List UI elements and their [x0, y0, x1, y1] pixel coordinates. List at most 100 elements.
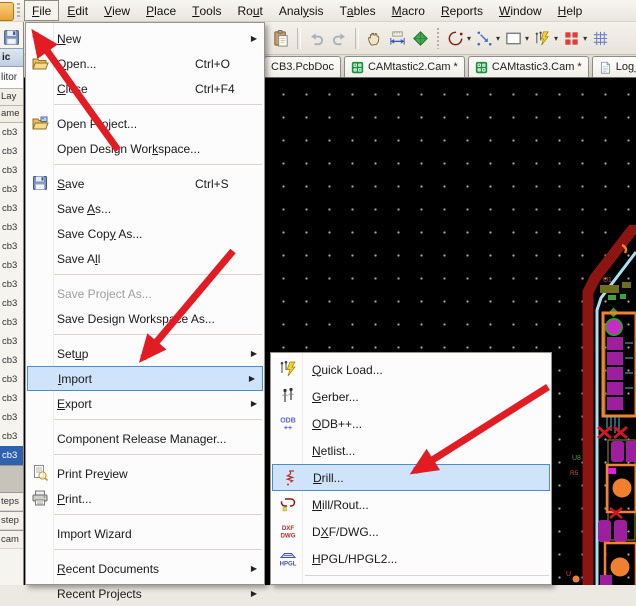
layer-row[interactable]: cb3: [0, 294, 24, 313]
toolbar-icon-row: ▾ ▾ ▾ ▾ ▾: [270, 26, 612, 50]
toolbar-grip[interactable]: [437, 28, 439, 49]
menu-analysis[interactable]: Analysis: [271, 0, 332, 21]
layer-row[interactable]: cb3: [0, 370, 24, 389]
menu-item-odb[interactable]: ODB++ODB++...: [271, 410, 551, 437]
layer-row[interactable]: cb3: [0, 256, 24, 275]
menu-separator: [54, 334, 262, 341]
pads-tool-icon-dropdown[interactable]: ▾: [583, 34, 587, 43]
menu-item-label: Open Design Workspace...: [57, 142, 200, 156]
menu-item-component-release-manager[interactable]: Component Release Manager...: [26, 426, 264, 451]
save-icon[interactable]: [2, 28, 21, 47]
drill-icon: [279, 469, 301, 487]
menu-help[interactable]: Help: [550, 0, 591, 21]
menu-item-drill[interactable]: Drill...: [272, 464, 550, 491]
tab-log-201[interactable]: Log_201: [592, 56, 636, 77]
layer-row[interactable]: cb3: [0, 408, 24, 427]
menu-view[interactable]: View: [96, 0, 138, 21]
svg-text:DXF: DXF: [282, 525, 295, 532]
menu-item-label: Component Release Manager...: [57, 432, 226, 446]
menu-item-new[interactable]: New▶: [26, 26, 264, 51]
camtastic-icon: [351, 61, 364, 74]
redo-icon[interactable]: [328, 27, 351, 50]
menu-item-label: Save Copy As...: [57, 227, 142, 241]
submenu-arrow-icon: ▶: [251, 349, 257, 358]
paste-icon[interactable]: [270, 27, 293, 50]
toolbar-grip[interactable]: [17, 3, 20, 19]
gerber-icon: [277, 387, 299, 405]
tab-camtastic2-cam[interactable]: CAMtastic2.Cam *: [344, 56, 465, 77]
menu-item-netlist[interactable]: Netlist...: [271, 437, 551, 464]
board-icon[interactable]: [409, 27, 432, 50]
layer-row[interactable]: cb3: [0, 199, 24, 218]
arc-tool-icon-dropdown[interactable]: ▾: [467, 34, 471, 43]
layer-row[interactable]: cb3: [0, 218, 24, 237]
menu-tables[interactable]: Tables: [332, 0, 384, 21]
menu-item-quick-load[interactable]: Quick Load...: [271, 356, 551, 383]
menu-tools[interactable]: Tools: [184, 0, 229, 21]
menu-item-hpgl-hpgl2[interactable]: HPGLHPGL/HPGL2...: [271, 545, 551, 572]
menu-item-dxf-dwg[interactable]: DXFDWGDXF/DWG...: [271, 518, 551, 545]
query-tool-icon[interactable]: [531, 27, 554, 50]
menu-item-save-copy-as[interactable]: Save Copy As...: [26, 221, 264, 246]
menu-item-open-project[interactable]: Open Project...: [26, 111, 264, 136]
menu-item-save-design-workspace-as[interactable]: Save Design Workspace As...: [26, 306, 264, 331]
undo-icon[interactable]: [305, 27, 328, 50]
rectangle-tool-icon-dropdown[interactable]: ▾: [525, 34, 529, 43]
tab-cb3-pcbdoc[interactable]: CB3.PcbDoc: [264, 56, 341, 77]
menu-item-save-project-as[interactable]: Save Project As...: [26, 281, 264, 306]
layer-row[interactable]: cb3: [0, 446, 24, 465]
layer-row[interactable]: cb3: [0, 351, 24, 370]
rectangle-tool-icon[interactable]: [502, 27, 525, 50]
menu-item-save[interactable]: SaveCtrl+S: [26, 171, 264, 196]
layer-row[interactable]: cb3: [0, 161, 24, 180]
menu-item-import-wizard[interactable]: Import Wizard: [26, 521, 264, 546]
layer-row[interactable]: cb3: [0, 427, 24, 446]
layer-row[interactable]: cb3: [0, 275, 24, 294]
layer-row[interactable]: cb3: [0, 237, 24, 256]
align-tool-icon-dropdown[interactable]: ▾: [496, 34, 500, 43]
menu-item-save-as[interactable]: Save As...: [26, 196, 264, 221]
layer-row[interactable]: cb3: [0, 332, 24, 351]
menu-item-close[interactable]: CloseCtrl+F4: [26, 76, 264, 101]
menu-file[interactable]: File: [24, 0, 59, 21]
arc-tool-icon[interactable]: [444, 27, 467, 50]
menu-item-save-all[interactable]: Save All: [26, 246, 264, 271]
panel-tab-teps[interactable]: teps: [0, 492, 24, 511]
layer-row[interactable]: cb3: [0, 123, 24, 142]
menu-item-export[interactable]: Export▶: [26, 391, 264, 416]
layer-row[interactable]: cb3: [0, 142, 24, 161]
menu-item-open[interactable]: Open...Ctrl+O: [26, 51, 264, 76]
menu-item-setup[interactable]: Setup▶: [26, 341, 264, 366]
menu-place[interactable]: Place: [138, 0, 184, 21]
layer-row[interactable]: cb3: [0, 180, 24, 199]
pads-tool-icon[interactable]: [560, 27, 583, 50]
menu-window[interactable]: Window: [491, 0, 550, 21]
layer-list: cb3cb3cb3cb3cb3cb3cb3cb3cb3cb3cb3cb3cb3c…: [0, 123, 24, 465]
layer-row[interactable]: cb3: [0, 389, 24, 408]
panel-tab-cam[interactable]: cam: [0, 530, 24, 549]
menu-item-recent-documents[interactable]: Recent Documents▶: [26, 556, 264, 581]
tab-camtastic3-cam[interactable]: CAMtastic3.Cam *: [468, 56, 589, 77]
menu-reports[interactable]: Reports: [433, 0, 491, 21]
tab-label: CB3.PcbDoc: [271, 61, 334, 73]
menu-item-print[interactable]: Print...: [26, 486, 264, 511]
menu-item-mill-rout[interactable]: Mill/Rout...: [271, 491, 551, 518]
panel-editor-select[interactable]: litor: [0, 67, 24, 89]
panel-column-layers: Lay: [0, 89, 24, 106]
measure-icon[interactable]: [386, 27, 409, 50]
menu-macro[interactable]: Macro: [384, 0, 433, 21]
menu-item-import[interactable]: Import▶: [27, 366, 263, 391]
panel-tab-step[interactable]: step: [0, 511, 24, 530]
menu-item-print-preview[interactable]: Print Preview: [26, 461, 264, 486]
menu-item-open-design-workspace[interactable]: Open Design Workspace...: [26, 136, 264, 161]
menu-edit[interactable]: Edit: [59, 0, 96, 21]
panel-tab-header[interactable]: ic: [0, 48, 24, 67]
grid-icon[interactable]: [589, 27, 612, 50]
layer-row[interactable]: cb3: [0, 313, 24, 332]
query-tool-icon-dropdown[interactable]: ▾: [554, 34, 558, 43]
menu-rout[interactable]: Rout: [229, 0, 270, 21]
menu-item-gerber[interactable]: Gerber...: [271, 383, 551, 410]
align-tool-icon[interactable]: [473, 27, 496, 50]
menu-item-label: Import: [58, 372, 92, 386]
pan-hand-icon[interactable]: [363, 27, 386, 50]
